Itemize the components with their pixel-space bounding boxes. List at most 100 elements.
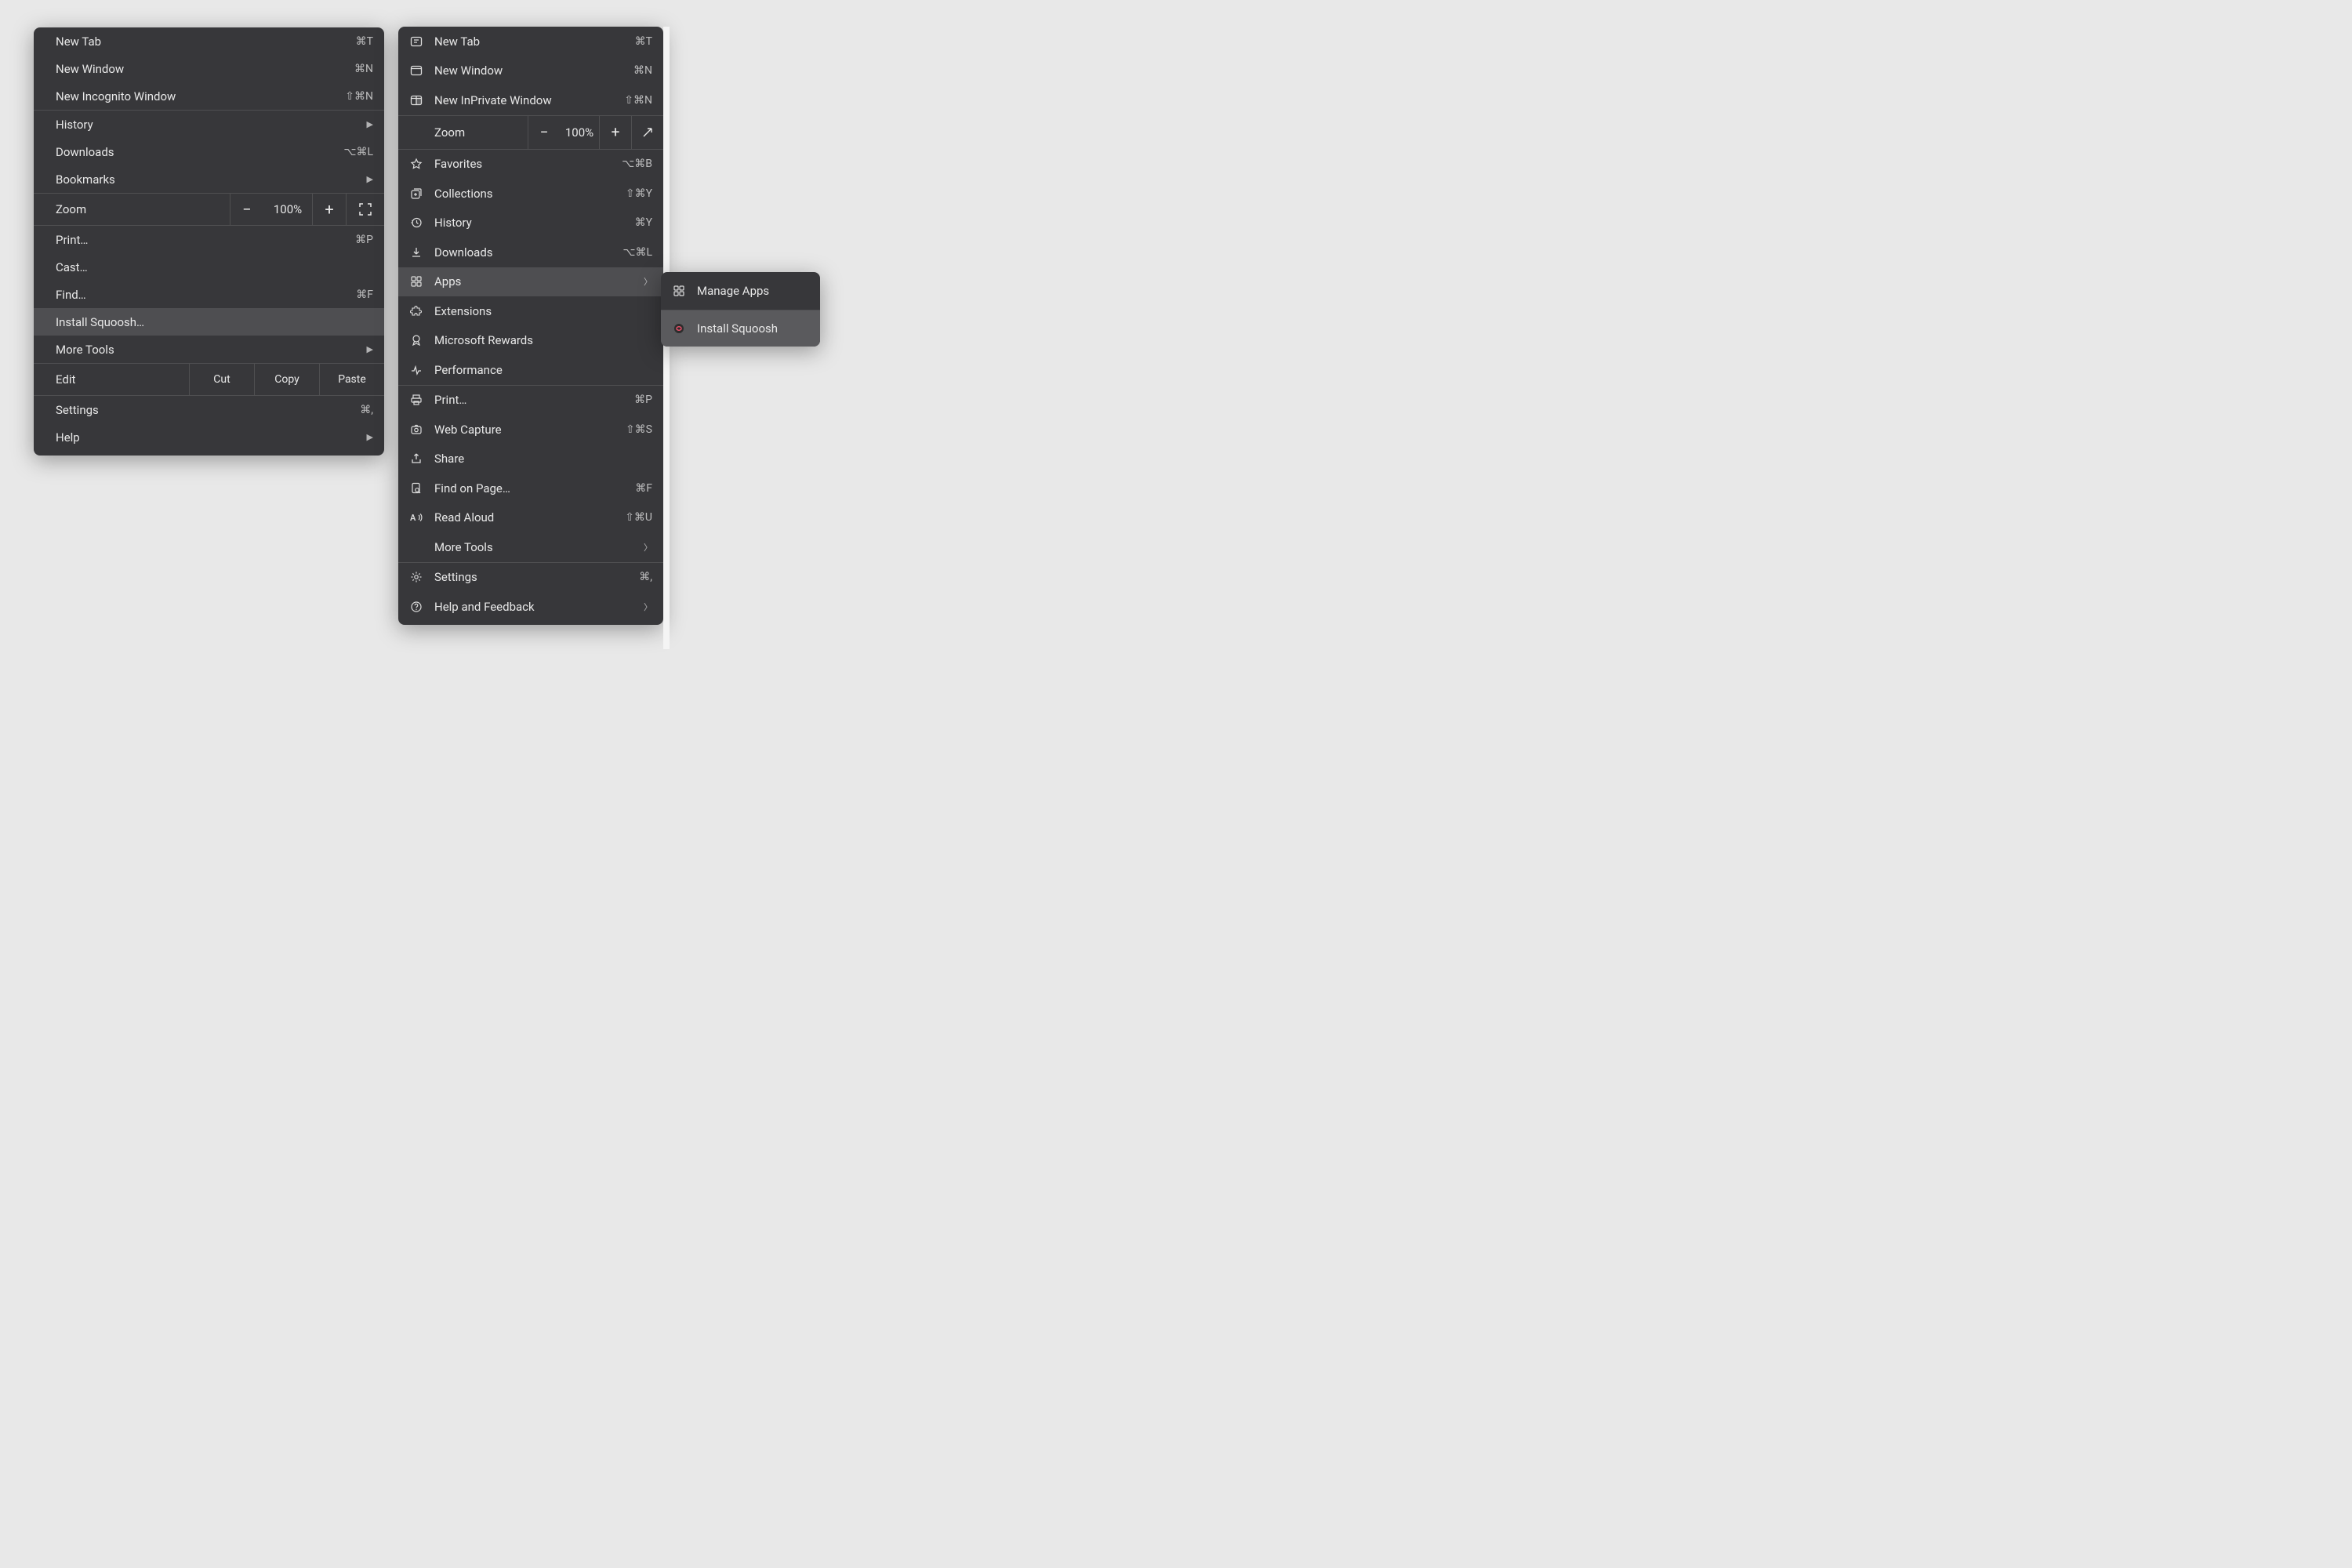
menu-item-history[interactable]: History ▶	[34, 111, 384, 138]
menu-item-read-aloud[interactable]: A Read Aloud ⇧⌘U	[398, 503, 663, 533]
menu-item-history[interactable]: History ⌘Y	[398, 209, 663, 238]
menu-item-performance[interactable]: Performance	[398, 355, 663, 385]
chevron-right-icon: 〉	[644, 541, 652, 554]
menu-item-label: Find…	[56, 288, 356, 302]
menu-item-shortcut: ⌘F	[356, 289, 373, 301]
menu-item-shortcut: ⇧⌘N	[624, 94, 652, 107]
rewards-icon	[408, 334, 425, 347]
menu-item-shortcut: ⇧⌘U	[625, 511, 652, 524]
zoom-value: 100%	[560, 125, 599, 140]
menu-item-web-capture[interactable]: Web Capture ⇧⌘S	[398, 415, 663, 445]
zoom-label: Zoom	[434, 125, 528, 140]
zoom-label: Zoom	[34, 202, 230, 216]
menu-item-install-app[interactable]: Install Squoosh…	[34, 308, 384, 336]
menu-item-find[interactable]: Find on Page… ⌘F	[398, 474, 663, 503]
menu-item-label: History	[434, 216, 635, 230]
zoom-in-button[interactable]: +	[599, 116, 631, 149]
menu-item-new-window[interactable]: New Window ⌘N	[398, 56, 663, 86]
menu-item-label: Bookmarks	[56, 172, 367, 187]
apps-submenu: Manage Apps Install Squoosh	[661, 272, 820, 347]
collections-icon	[408, 187, 425, 200]
menu-item-label: Extensions	[434, 304, 652, 318]
squoosh-app-icon	[670, 322, 688, 335]
menu-item-label: Cast…	[56, 260, 373, 274]
menu-item-print[interactable]: Print… ⌘P	[34, 226, 384, 253]
submenu-item-manage-apps[interactable]: Manage Apps	[661, 272, 820, 310]
menu-item-new-inprivate[interactable]: New InPrivate Window ⇧⌘N	[398, 85, 663, 115]
menu-item-more-tools[interactable]: More Tools ▶	[34, 336, 384, 363]
menu-item-label: New Tab	[434, 34, 635, 49]
menu-item-label: Downloads	[434, 245, 622, 260]
menu-item-label: Help and Feedback	[434, 600, 644, 614]
performance-icon	[408, 364, 425, 376]
menu-item-find[interactable]: Find… ⌘F	[34, 281, 384, 308]
menu-item-apps[interactable]: Apps 〉	[398, 267, 663, 297]
menu-item-shortcut: ⇧⌘Y	[626, 187, 652, 200]
menu-item-settings[interactable]: Settings ⌘,	[398, 563, 663, 593]
chevron-right-icon: 〉	[644, 275, 652, 288]
menu-item-new-tab[interactable]: New Tab ⌘T	[398, 27, 663, 56]
menu-item-settings[interactable]: Settings ⌘,	[34, 396, 384, 423]
menu-item-label: More Tools	[56, 343, 367, 357]
copy-button[interactable]: Copy	[254, 364, 319, 395]
paste-button[interactable]: Paste	[319, 364, 384, 395]
menu-item-label: New Window	[56, 62, 354, 76]
inprivate-icon	[408, 94, 425, 107]
submenu-item-install-squoosh[interactable]: Install Squoosh	[661, 310, 820, 347]
print-icon	[408, 394, 425, 406]
menu-item-collections[interactable]: Collections ⇧⌘Y	[398, 179, 663, 209]
zoom-row: Zoom − 100% +	[398, 115, 663, 150]
menu-item-more-tools[interactable]: More Tools 〉	[398, 532, 663, 562]
fullscreen-button[interactable]	[346, 194, 384, 225]
menu-item-label: Web Capture	[434, 423, 626, 437]
menu-item-downloads[interactable]: Downloads ⌥⌘L	[398, 238, 663, 267]
menu-item-label: New Window	[434, 64, 633, 78]
menu-item-extensions[interactable]: Extensions	[398, 296, 663, 326]
menu-item-shortcut: ⌘P	[634, 394, 652, 406]
chevron-right-icon: ▶	[367, 119, 373, 129]
menu-item-label: New Incognito Window	[56, 89, 345, 103]
menu-item-new-incognito[interactable]: New Incognito Window ⇧⌘N	[34, 82, 384, 110]
menu-item-label: Help	[56, 430, 367, 445]
menu-item-downloads[interactable]: Downloads ⌥⌘L	[34, 138, 384, 165]
apps-icon	[670, 285, 688, 297]
history-icon	[408, 216, 425, 229]
menu-item-label: Microsoft Rewards	[434, 333, 652, 347]
fullscreen-button[interactable]	[631, 116, 663, 149]
menu-item-shortcut: ⌘N	[354, 63, 373, 75]
menu-item-new-tab[interactable]: New Tab ⌘T	[34, 27, 384, 55]
zoom-in-button[interactable]: +	[312, 194, 346, 225]
menu-item-label: Downloads	[56, 145, 343, 159]
menu-item-label: Install Squoosh	[697, 321, 809, 336]
edit-row: Edit Cut Copy Paste	[34, 363, 384, 396]
zoom-out-button[interactable]: −	[230, 194, 263, 225]
menu-item-share[interactable]: Share	[398, 445, 663, 474]
cut-button[interactable]: Cut	[189, 364, 254, 395]
menu-item-shortcut: ⌥⌘B	[622, 158, 652, 170]
menu-item-shortcut: ⇧⌘N	[345, 90, 373, 103]
menu-item-bookmarks[interactable]: Bookmarks ▶	[34, 165, 384, 193]
menu-item-label: Print…	[56, 233, 355, 247]
menu-item-label: Read Aloud	[434, 510, 625, 524]
menu-item-rewards[interactable]: Microsoft Rewards	[398, 326, 663, 356]
web-capture-icon	[408, 423, 425, 436]
menu-item-help[interactable]: Help and Feedback 〉	[398, 592, 663, 622]
chrome-overflow-menu: New Tab ⌘T New Window ⌘N New Incognito W…	[34, 27, 384, 456]
zoom-out-button[interactable]: −	[528, 116, 560, 149]
menu-item-help[interactable]: Help ▶	[34, 423, 384, 451]
menu-item-label: New InPrivate Window	[434, 93, 624, 107]
menu-item-favorites[interactable]: Favorites ⌥⌘B	[398, 150, 663, 180]
menu-item-cast[interactable]: Cast…	[34, 253, 384, 281]
edit-label: Edit	[34, 372, 189, 387]
menu-item-shortcut: ⌘T	[635, 35, 652, 48]
menu-item-shortcut: ⌘T	[356, 35, 373, 48]
menu-item-shortcut: ⌘,	[360, 404, 373, 416]
menu-item-print[interactable]: Print… ⌘P	[398, 386, 663, 416]
expand-icon	[641, 126, 654, 139]
new-window-icon	[408, 64, 425, 77]
menu-item-new-window[interactable]: New Window ⌘N	[34, 55, 384, 82]
menu-item-shortcut: ⌥⌘L	[622, 246, 652, 259]
menu-item-label: Manage Apps	[697, 284, 809, 298]
star-icon	[408, 158, 425, 170]
menu-item-label: Settings	[434, 570, 639, 584]
